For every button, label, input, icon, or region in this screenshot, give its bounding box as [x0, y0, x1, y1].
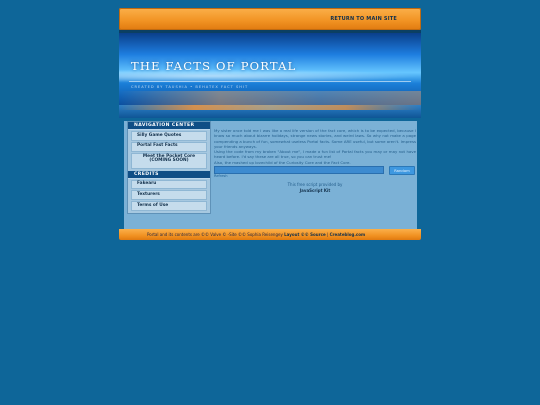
- site-title: THE FACTS OF PORTAL: [131, 59, 297, 73]
- intro-line: My sister once told me I was like a real…: [214, 128, 416, 149]
- nav-item-silly-game-quotes[interactable]: Silly Game Quotes: [131, 131, 207, 141]
- footer: Portal and its contents are ©© Valve © -…: [119, 229, 421, 240]
- createblog-link[interactable]: Createblog.com: [330, 232, 366, 237]
- credit-item-texturers[interactable]: Texturers: [131, 190, 207, 201]
- navigation-center-header: NAVIGATION CENTER: [128, 122, 210, 130]
- fact-row: Random: [214, 166, 416, 176]
- banner: THE FACTS OF PORTAL CREATED BY TAUSHIA •…: [119, 33, 421, 105]
- credits-header: CREDITS: [128, 170, 210, 179]
- intro-line: Using the code from my broken "About me"…: [214, 149, 416, 160]
- footer-separator: |: [326, 232, 329, 237]
- intro-line: Also, the mashed up lovechild of the Cur…: [214, 159, 351, 165]
- top-bar: RETURN TO MAIN SITE: [119, 8, 421, 30]
- credit-item-fakearu[interactable]: Fakearu: [131, 179, 207, 190]
- script-credit-text: This free script provided by: [287, 182, 343, 188]
- nav-item-meet-the-pocket-core[interactable]: Meet the Pocket Core (COMING SOON): [131, 152, 207, 169]
- banner-strip: [119, 105, 421, 118]
- sidebar: NAVIGATION CENTER Silly Game Quotes Port…: [127, 121, 211, 214]
- layout-source-link[interactable]: Layout ©© Source: [284, 232, 326, 237]
- return-to-main-site-link[interactable]: RETURN TO MAIN SITE: [330, 16, 397, 22]
- site-subtitle: CREATED BY TAUSHIA • BEHATEX FACT SHIT: [131, 85, 249, 89]
- javascript-kit-link[interactable]: JavaScript Kit: [300, 188, 331, 193]
- content-panel: NAVIGATION CENTER Silly Game Quotes Port…: [124, 121, 417, 229]
- banner-haze: [119, 91, 421, 105]
- site-container: RETURN TO MAIN SITE THE FACTS OF PORTAL …: [119, 8, 421, 240]
- credit-item-terms-of-use[interactable]: Terms of Use: [131, 201, 207, 211]
- footer-text: Portal and its contents are ©© Valve © -…: [147, 232, 365, 237]
- refresh-link[interactable]: Refresh: [214, 174, 416, 178]
- banner-rule: [129, 81, 411, 82]
- nav-item-portal-fast-facts[interactable]: Portal Fast Facts: [131, 141, 207, 152]
- fact-display-box: [214, 166, 384, 175]
- main-content: My sister once told me I was like a real…: [214, 128, 416, 194]
- script-credit: This free script provided by JavaScript …: [214, 182, 416, 194]
- random-fact-button[interactable]: Random: [389, 166, 415, 176]
- copyright-text: Portal and its contents are ©© Valve © -…: [147, 232, 283, 237]
- intro-paragraph: My sister once told me I was like a real…: [214, 128, 416, 165]
- sunset-glow: [119, 105, 421, 110]
